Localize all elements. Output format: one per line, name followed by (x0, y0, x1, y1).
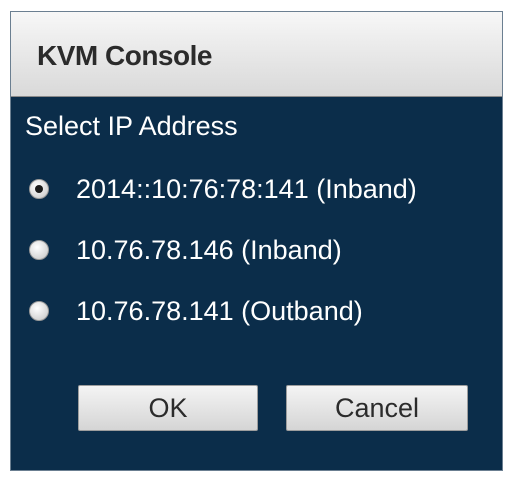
ip-option-ipv4-outband[interactable]: 10.76.78.141 (Outband) (29, 294, 363, 328)
cancel-button[interactable]: Cancel (286, 385, 468, 431)
ip-option-ipv4-inband[interactable]: 10.76.78.146 (Inband) (29, 233, 342, 267)
ip-option-label: 10.76.78.146 (Inband) (76, 234, 342, 265)
select-ip-prompt: Select IP Address (25, 111, 238, 141)
radio-button[interactable] (29, 301, 49, 321)
dialog-titlebar: KVM Console (11, 12, 502, 97)
radio-button-selected[interactable] (29, 179, 49, 199)
ip-option-label: 2014::10:76:78:141 (Inband) (76, 173, 417, 204)
kvm-console-dialog: KVM Console Select IP Address 2014::10:7… (10, 11, 503, 471)
dialog-title: KVM Console (37, 40, 212, 71)
ok-button[interactable]: OK (78, 385, 258, 431)
ip-option-label: 10.76.78.141 (Outband) (76, 295, 363, 326)
radio-button[interactable] (29, 240, 49, 260)
ip-option-ipv6-inband[interactable]: 2014::10:76:78:141 (Inband) (29, 172, 417, 206)
